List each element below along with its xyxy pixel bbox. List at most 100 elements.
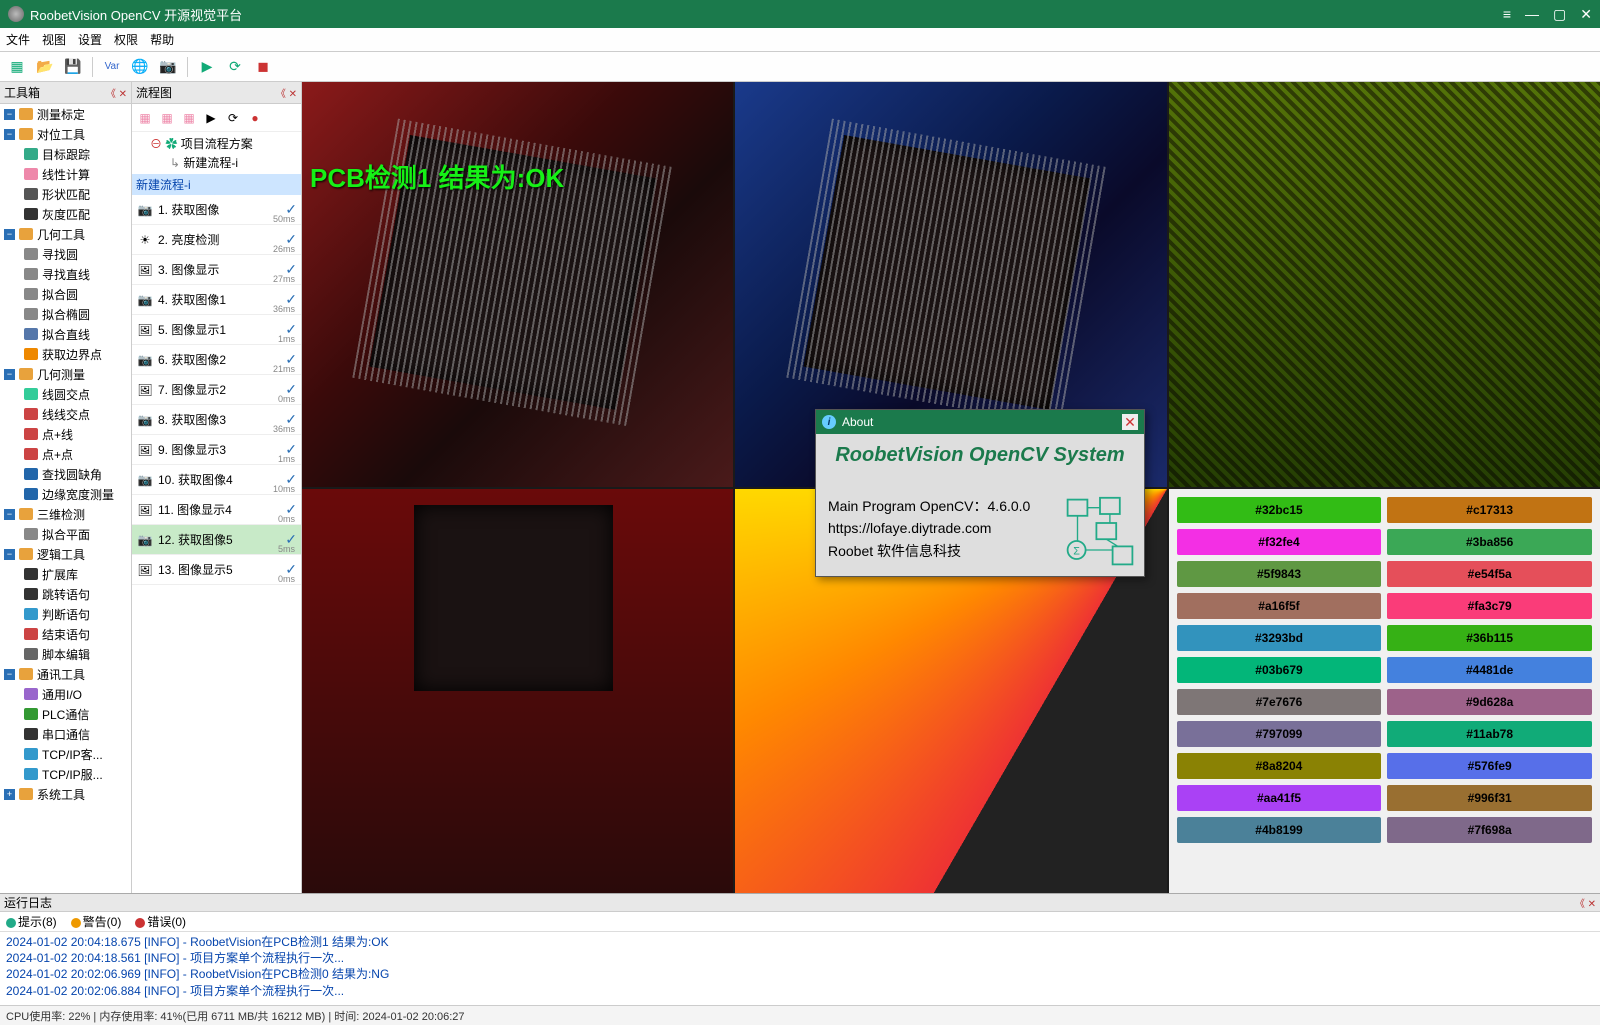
collapse-icon[interactable]: 《 ✕ [276,85,297,100]
color-swatch[interactable]: #576fe9 [1387,753,1592,779]
collapse-icon[interactable]: 《 ✕ [106,85,127,100]
toolbox-item[interactable]: 结束语句 [0,624,131,644]
flow-step[interactable]: 🖼13. 图像显示5✓0ms [132,555,301,585]
toolbox-item[interactable]: 脚本编辑 [0,644,131,664]
toolbox-item[interactable]: 通用I/O [0,684,131,704]
color-swatch[interactable]: #f32fe4 [1177,529,1382,555]
color-swatch[interactable]: #c17313 [1387,497,1592,523]
menu-help[interactable]: 帮助 [150,31,174,48]
color-swatch[interactable]: #fa3c79 [1387,593,1592,619]
toolbox-item[interactable]: 线性计算 [0,164,131,184]
toolbox-item[interactable]: 获取边界点 [0,344,131,364]
toolbox-category[interactable]: −几何工具 [0,224,131,244]
toolbox-item[interactable]: 点+点 [0,444,131,464]
fc-ic-3[interactable]: ▦ [180,109,198,127]
flow-step[interactable]: 📷10. 获取图像4✓10ms [132,465,301,495]
toolbox-item[interactable]: 跳转语句 [0,584,131,604]
toolbox-item[interactable]: 线线交点 [0,404,131,424]
toolbox-item[interactable]: 判断语句 [0,604,131,624]
flow-step[interactable]: 📷8. 获取图像3✓36ms [132,405,301,435]
toolbox-item[interactable]: 拟合平面 [0,524,131,544]
toolbox-item[interactable]: 拟合直线 [0,324,131,344]
flow-step[interactable]: 🖼7. 图像显示2✓0ms [132,375,301,405]
color-swatch[interactable]: #03b679 [1177,657,1382,683]
view-cell-3[interactable] [1169,82,1600,487]
collapse-icon[interactable]: 《 ✕ [1575,895,1596,910]
flow-step[interactable]: 📷1. 获取图像✓50ms [132,195,301,225]
fc-record-icon[interactable]: ● [246,109,264,127]
flow-step[interactable]: 📷4. 获取图像1✓36ms [132,285,301,315]
fc-ic-1[interactable]: ▦ [136,109,154,127]
toolbox-category[interactable]: −逻辑工具 [0,544,131,564]
tree-root[interactable]: 项目流程方案 [181,137,253,151]
save-icon[interactable]: 💾 [62,56,84,78]
toolbox-item[interactable]: 目标跟踪 [0,144,131,164]
log-tab-warn[interactable]: 警告(0) [71,913,122,930]
fc-play-icon[interactable]: ▶ [202,109,220,127]
toolbox-item[interactable]: 灰度匹配 [0,204,131,224]
toolbox-item[interactable]: 边缘宽度测量 [0,484,131,504]
color-swatch[interactable]: #3ba856 [1387,529,1592,555]
color-swatch[interactable]: #9d628a [1387,689,1592,715]
flow-step[interactable]: ☀2. 亮度检测✓26ms [132,225,301,255]
maximize-icon[interactable]: ▢ [1553,6,1566,23]
menu-file[interactable]: 文件 [6,31,30,48]
toolbox-item[interactable]: TCP/IP服... [0,764,131,784]
loop-icon[interactable]: ⟳ [224,56,246,78]
minimize-icon[interactable]: — [1525,6,1539,23]
color-swatch[interactable]: #5f9843 [1177,561,1382,587]
toolbox-category[interactable]: −对位工具 [0,124,131,144]
new-file-icon[interactable]: ▦ [6,56,28,78]
toolbox-item[interactable]: 拟合圆 [0,284,131,304]
open-folder-icon[interactable]: 📂 [34,56,56,78]
flow-step[interactable]: 🖼11. 图像显示4✓0ms [132,495,301,525]
color-swatch[interactable]: #8a8204 [1177,753,1382,779]
about-titlebar[interactable]: i About ✕ [816,410,1144,434]
toolbox-item[interactable]: 形状匹配 [0,184,131,204]
toolbox-category[interactable]: −几何测量 [0,364,131,384]
close-icon[interactable]: ✕ [1580,6,1592,23]
toolbox-item[interactable]: TCP/IP客... [0,744,131,764]
menu-permission[interactable]: 权限 [114,31,138,48]
toolbox-category[interactable]: +系统工具 [0,784,131,804]
color-swatch[interactable]: #3293bd [1177,625,1382,651]
color-swatch[interactable]: #a16f5f [1177,593,1382,619]
color-swatch[interactable]: #36b115 [1387,625,1592,651]
color-swatch[interactable]: #4481de [1387,657,1592,683]
stop-icon[interactable]: ◼ [252,56,274,78]
flow-step[interactable]: 🖼5. 图像显示1✓1ms [132,315,301,345]
color-swatch[interactable]: #e54f5a [1387,561,1592,587]
color-swatch[interactable]: #7e7676 [1177,689,1382,715]
flow-step[interactable]: 🖼9. 图像显示3✓1ms [132,435,301,465]
current-flow-label[interactable]: 新建流程-i [132,174,301,195]
flow-step[interactable]: 📷6. 获取图像2✓21ms [132,345,301,375]
color-swatch[interactable]: #11ab78 [1387,721,1592,747]
toolbox-item[interactable]: 点+线 [0,424,131,444]
toolbox-item[interactable]: 扩展库 [0,564,131,584]
color-swatch[interactable]: #4b8199 [1177,817,1382,843]
menu-settings[interactable]: 设置 [78,31,102,48]
camera-icon[interactable]: 📷 [157,56,179,78]
view-cell-6[interactable]: #32bc15#c17313#f32fe4#3ba856#5f9843#e54f… [1169,489,1600,894]
toolbox-category[interactable]: −通讯工具 [0,664,131,684]
toolbox-item[interactable]: 查找圆缺角 [0,464,131,484]
color-swatch[interactable]: #797099 [1177,721,1382,747]
color-swatch[interactable]: #996f31 [1387,785,1592,811]
toolbox-item[interactable]: 寻找直线 [0,264,131,284]
about-close-icon[interactable]: ✕ [1122,414,1138,430]
log-body[interactable]: 2024-01-02 20:04:18.675 [INFO] - RoobetV… [0,932,1600,1005]
color-swatch[interactable]: #aa41f5 [1177,785,1382,811]
menu-view[interactable]: 视图 [42,31,66,48]
tree-child[interactable]: 新建流程-i [183,156,238,170]
hamburger-icon[interactable]: ≡ [1503,6,1511,23]
log-tab-hint[interactable]: 提示(8) [6,913,57,930]
flow-step[interactable]: 📷12. 获取图像5✓5ms [132,525,301,555]
fc-ic-2[interactable]: ▦ [158,109,176,127]
view-cell-4[interactable] [302,489,733,894]
color-swatch[interactable]: #7f698a [1387,817,1592,843]
toolbox-item[interactable]: 拟合椭圆 [0,304,131,324]
toolbox-category[interactable]: −测量标定 [0,104,131,124]
global-icon[interactable]: 🌐 [129,56,151,78]
var-edit-icon[interactable]: Var [101,56,123,78]
color-swatch[interactable]: #32bc15 [1177,497,1382,523]
